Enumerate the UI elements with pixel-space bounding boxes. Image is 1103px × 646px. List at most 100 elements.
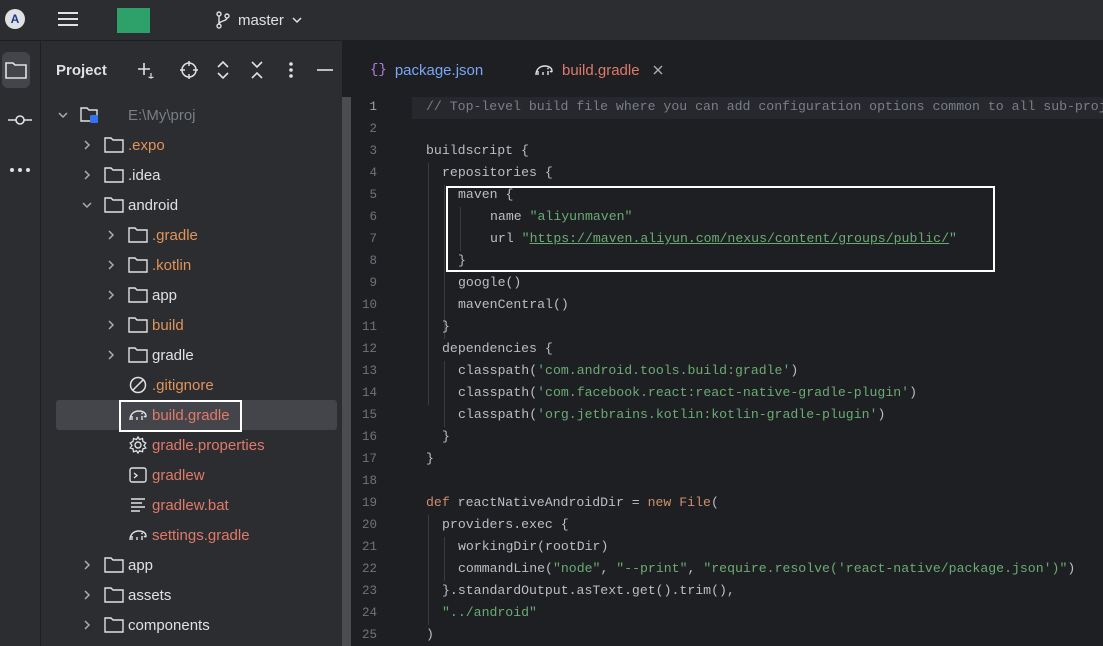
line-number: 25 xyxy=(361,628,377,642)
folder-icon xyxy=(104,197,124,213)
folder-icon xyxy=(128,287,148,303)
tree-item-android[interactable]: android xyxy=(41,190,342,220)
line-number: 21 xyxy=(361,540,377,554)
tree-item-gradle-properties[interactable]: gradle.properties xyxy=(41,430,342,460)
text-file-icon xyxy=(131,498,145,512)
tree-item-label: .idea xyxy=(128,166,161,184)
folder-icon xyxy=(104,167,124,183)
indent-guide xyxy=(444,361,445,427)
more-icon xyxy=(10,168,30,172)
code-line-10: mavenCentral() xyxy=(458,297,569,312)
chevron-down-icon[interactable] xyxy=(81,199,93,211)
tree-item-gradle[interactable]: gradle xyxy=(41,340,342,370)
main-menu-icon[interactable] xyxy=(58,9,78,29)
line-number: 19 xyxy=(361,496,377,510)
tree-item-idea[interactable]: .idea xyxy=(41,160,342,190)
chevron-right-icon[interactable] xyxy=(105,229,117,241)
code-line-12: dependencies { xyxy=(442,341,553,356)
chevron-down-icon[interactable] xyxy=(57,109,69,121)
collapse-all-button[interactable] xyxy=(246,59,268,81)
line-number-gutter: 1 2 3 4 5 6 7 8 9 10 11 12 13 14 15 16 17 18 19 20 21 22 23 24 2… xyxy=(352,97,412,646)
folder-icon xyxy=(104,137,124,153)
panel-title: Project xyxy=(56,62,107,79)
code-line-20: providers.exec { xyxy=(442,517,569,532)
commit-icon xyxy=(8,115,32,125)
tree-item-app[interactable]: app xyxy=(41,550,342,580)
tree-item-label: gradle.properties xyxy=(152,436,265,454)
annotation-highlight-box xyxy=(446,186,995,272)
chevron-right-icon[interactable] xyxy=(105,259,117,271)
project-widget[interactable] xyxy=(117,8,150,33)
tree-item-label: E:\My\proj xyxy=(128,106,196,124)
tree-item-gradlew-bat[interactable]: gradlew.bat xyxy=(41,490,342,520)
line-number: 8 xyxy=(369,254,377,268)
indent-guide xyxy=(444,537,445,581)
git-branch-icon xyxy=(216,11,230,29)
tree-item-gitignore[interactable]: .gitignore xyxy=(41,370,342,400)
code-line-24: "../android" xyxy=(442,605,537,620)
title-bar: A master xyxy=(0,0,1103,41)
chevron-right-icon[interactable] xyxy=(81,589,93,601)
tab-package-json[interactable]: {} package.json xyxy=(370,41,483,99)
tree-item-android-app[interactable]: app xyxy=(41,280,342,310)
line-number: 2 xyxy=(369,122,377,136)
code-line-3: buildscript { xyxy=(426,143,529,158)
expand-all-icon xyxy=(217,60,229,80)
code-editor[interactable]: 1 2 3 4 5 6 7 8 9 10 11 12 13 14 15 16 17 18 19 20 21 22 23 24 2… xyxy=(352,97,1103,646)
tree-item-gradlew[interactable]: gradlew xyxy=(41,460,342,490)
code-area[interactable]: // Top-level build file where you can ad… xyxy=(426,97,1103,646)
app-logo[interactable]: A xyxy=(5,9,25,29)
line-number: 11 xyxy=(361,320,377,334)
chevron-right-icon[interactable] xyxy=(81,619,93,631)
commit-tool-button[interactable] xyxy=(0,102,40,138)
project-tool-button[interactable] xyxy=(2,52,30,88)
chevron-right-icon[interactable] xyxy=(81,169,93,181)
tab-build-gradle[interactable]: build.gradle xyxy=(534,41,664,100)
tree-item-settings-gradle[interactable]: settings.gradle xyxy=(41,520,342,550)
tree-item-assets[interactable]: assets xyxy=(41,580,342,610)
branch-widget[interactable]: master xyxy=(215,10,303,30)
tree-item-root[interactable]: E:\My\proj xyxy=(41,100,342,130)
options-button[interactable] xyxy=(280,59,302,81)
line-number: 15 xyxy=(361,408,377,422)
project-panel-scrollbar[interactable] xyxy=(342,97,351,646)
tree-item-build[interactable]: build xyxy=(41,310,342,340)
expand-all-button[interactable] xyxy=(212,59,234,81)
tree-item-label: build xyxy=(152,316,184,334)
chevron-right-icon[interactable] xyxy=(105,349,117,361)
code-line-9: google() xyxy=(458,275,522,290)
line-number: 14 xyxy=(361,386,377,400)
chevron-right-icon[interactable] xyxy=(105,319,117,331)
tree-item-label: .kotlin xyxy=(152,256,192,274)
tree-item-expo[interactable]: .expo xyxy=(41,130,342,160)
module-folder-icon xyxy=(80,107,98,123)
line-number: 9 xyxy=(369,276,377,290)
chevron-right-icon[interactable] xyxy=(81,139,93,151)
code-line-11: } xyxy=(442,319,450,334)
more-tools-button[interactable] xyxy=(0,152,40,188)
gradle-elephant-icon xyxy=(535,65,553,76)
tool-window-strip xyxy=(0,41,41,646)
folder-icon xyxy=(104,617,124,633)
line-number: 18 xyxy=(361,474,377,488)
chevron-down-icon xyxy=(292,17,302,24)
new-file-button[interactable] xyxy=(134,59,156,81)
folder-icon xyxy=(5,62,27,79)
locate-file-button[interactable] xyxy=(178,59,200,81)
tree-item-label: app xyxy=(152,286,178,304)
code-line-4: repositories { xyxy=(442,165,553,180)
chevron-right-icon[interactable] xyxy=(81,559,93,571)
tree-item-components[interactable]: components xyxy=(41,610,342,640)
line-number: 22 xyxy=(361,562,377,576)
close-icon[interactable] xyxy=(652,64,664,76)
hide-panel-button[interactable] xyxy=(314,59,336,81)
tree-item-label: .expo xyxy=(128,136,165,154)
chevron-right-icon[interactable] xyxy=(105,289,117,301)
tree-item-kotlin[interactable]: .kotlin xyxy=(41,250,342,280)
tree-item-gradle-dir[interactable]: .gradle xyxy=(41,220,342,250)
folder-icon xyxy=(128,347,148,363)
editor-tab-bar: {} package.json build.gradle xyxy=(352,41,1103,100)
code-line-1: // Top-level build file where you can ad… xyxy=(426,99,1103,114)
line-number: 16 xyxy=(361,430,377,444)
code-line-17: } xyxy=(426,451,434,466)
